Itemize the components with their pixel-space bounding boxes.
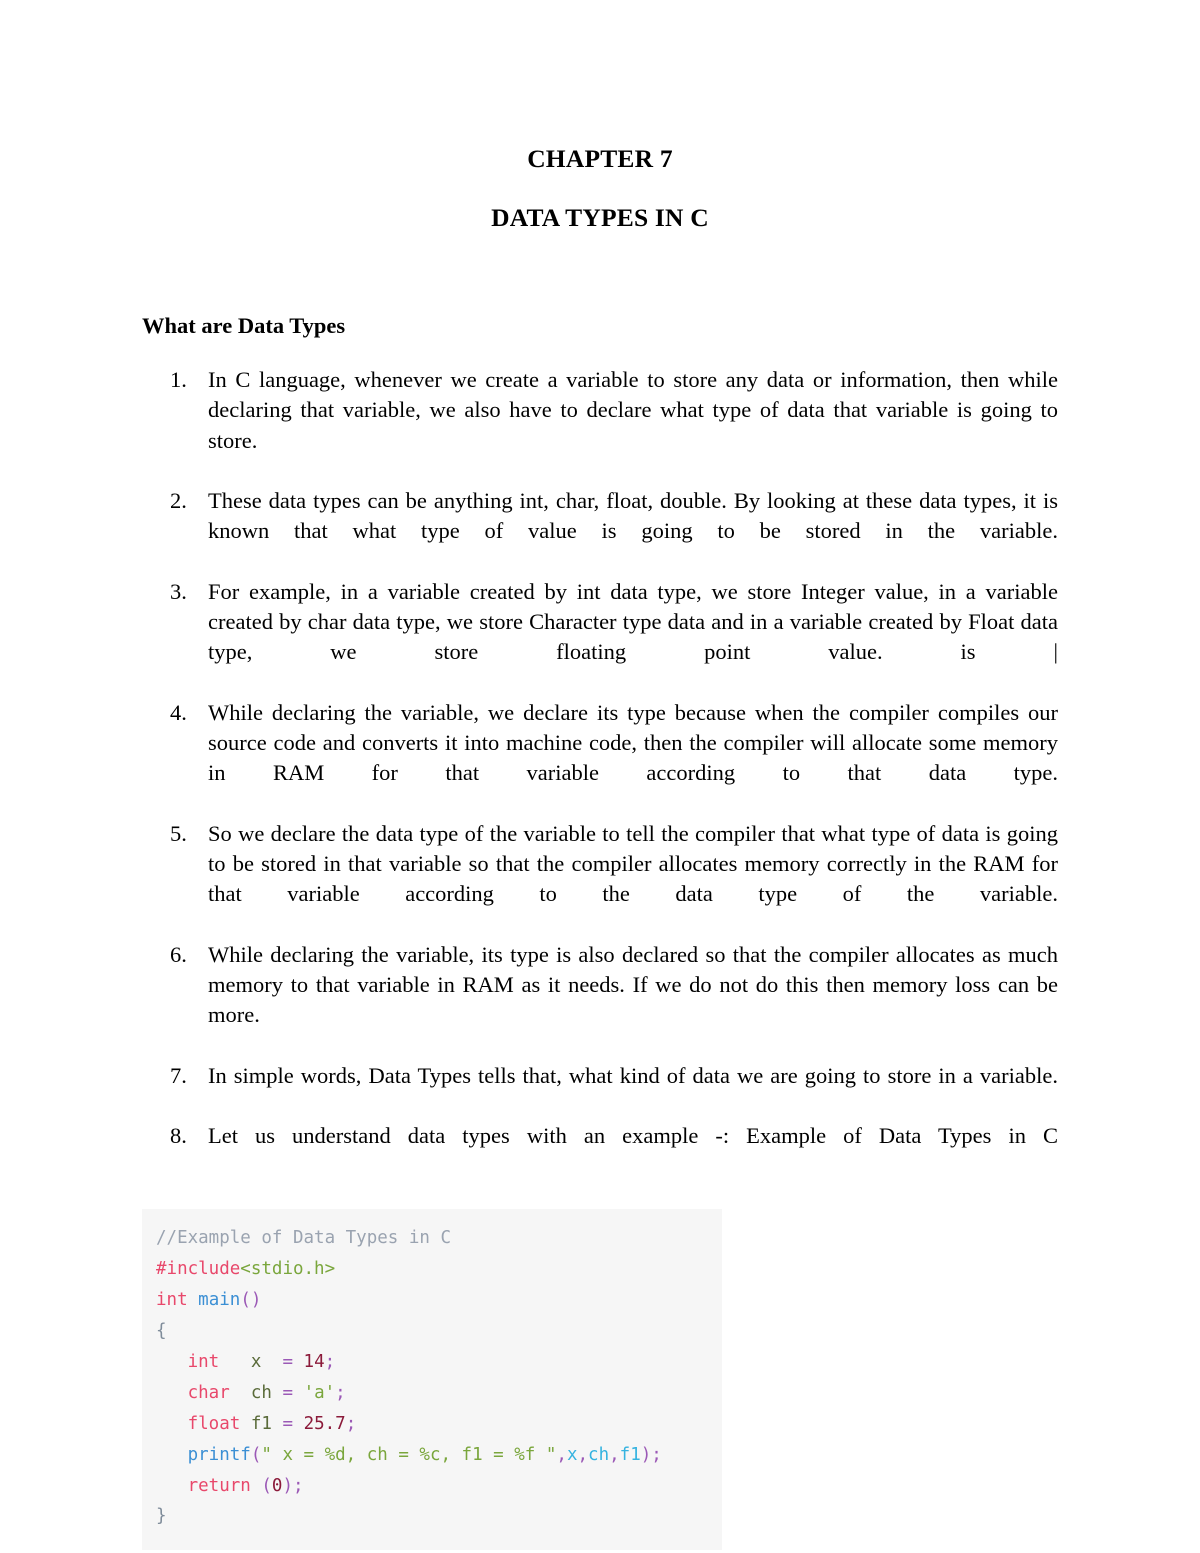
- list-item-number: 2.: [170, 488, 187, 513]
- code-line: char ch = 'a';: [187, 1382, 346, 1403]
- list-item: 1. In C language, whenever we create a v…: [142, 365, 1058, 486]
- code-block: //Example of Data Types in C #include<std…: [142, 1208, 722, 1551]
- list-item: 7. In simple words, Data Types tells tha…: [142, 1061, 1058, 1122]
- code-line: }: [156, 1506, 167, 1527]
- code-line: #include<stdio.h>: [156, 1258, 336, 1279]
- list-item: 6. While declaring the variable, its typ…: [142, 940, 1058, 1061]
- chapter-title: CHAPTER 7: [527, 144, 673, 173]
- list-item: 3. For example, in a variable created by…: [142, 577, 1058, 698]
- list-item: 5. So we declare the data type of the va…: [142, 819, 1058, 940]
- list-item-number: 7.: [170, 1062, 187, 1088]
- list-item-text: These data types can be anything int, ch…: [208, 488, 1058, 544]
- list-item-text: In simple words, Data Types tells that, …: [208, 1062, 1058, 1088]
- list-item-text: So we declare the data type of the varia…: [208, 820, 1058, 907]
- subject-title: DATA TYPES IN C: [491, 202, 709, 232]
- list-item: 4. While declaring the variable, we decl…: [142, 698, 1058, 819]
- list-item-text: Let us understand data types with an exa…: [208, 1123, 1058, 1149]
- code-line: float f1 = 25.7;: [187, 1413, 357, 1434]
- code-line: //Example of Data Types in C: [156, 1227, 452, 1248]
- code-line: int main(): [156, 1289, 262, 1310]
- list-item-number: 3.: [170, 578, 187, 604]
- code-line: {: [156, 1320, 167, 1341]
- list-item-text: While declaring the variable, its type i…: [208, 941, 1058, 1028]
- list-item-number: 8.: [170, 1123, 187, 1149]
- list-item-number: 4.: [170, 699, 187, 725]
- list-item-number: 6.: [170, 941, 187, 967]
- list-item-number: 1.: [170, 367, 187, 392]
- list-item: 2. These data types can be anything int,…: [142, 486, 1058, 577]
- page-content: CHAPTER 7 DATA TYPES IN C What are Data …: [142, 0, 1058, 1551]
- list-item: 8. Let us understand data types with an …: [142, 1121, 1058, 1182]
- list-item-text: While declaring the variable, we declare…: [208, 699, 1058, 786]
- code-line: return (0);: [187, 1475, 304, 1496]
- points-list: 1. In C language, whenever we create a v…: [142, 365, 1058, 1182]
- section-heading: What are Data Types: [142, 313, 346, 338]
- document-page: CHAPTER 7 DATA TYPES IN C What are Data …: [0, 0, 1200, 1553]
- code-line: int x = 14;: [187, 1351, 336, 1372]
- code-line: printf(" x = %d, ch = %c, f1 = %f ",x,ch…: [187, 1444, 662, 1465]
- list-item-number: 5.: [170, 820, 187, 846]
- list-item-text: In C language, whenever we create a vari…: [208, 367, 1058, 453]
- list-item-text: For example, in a variable created by in…: [208, 578, 1058, 665]
